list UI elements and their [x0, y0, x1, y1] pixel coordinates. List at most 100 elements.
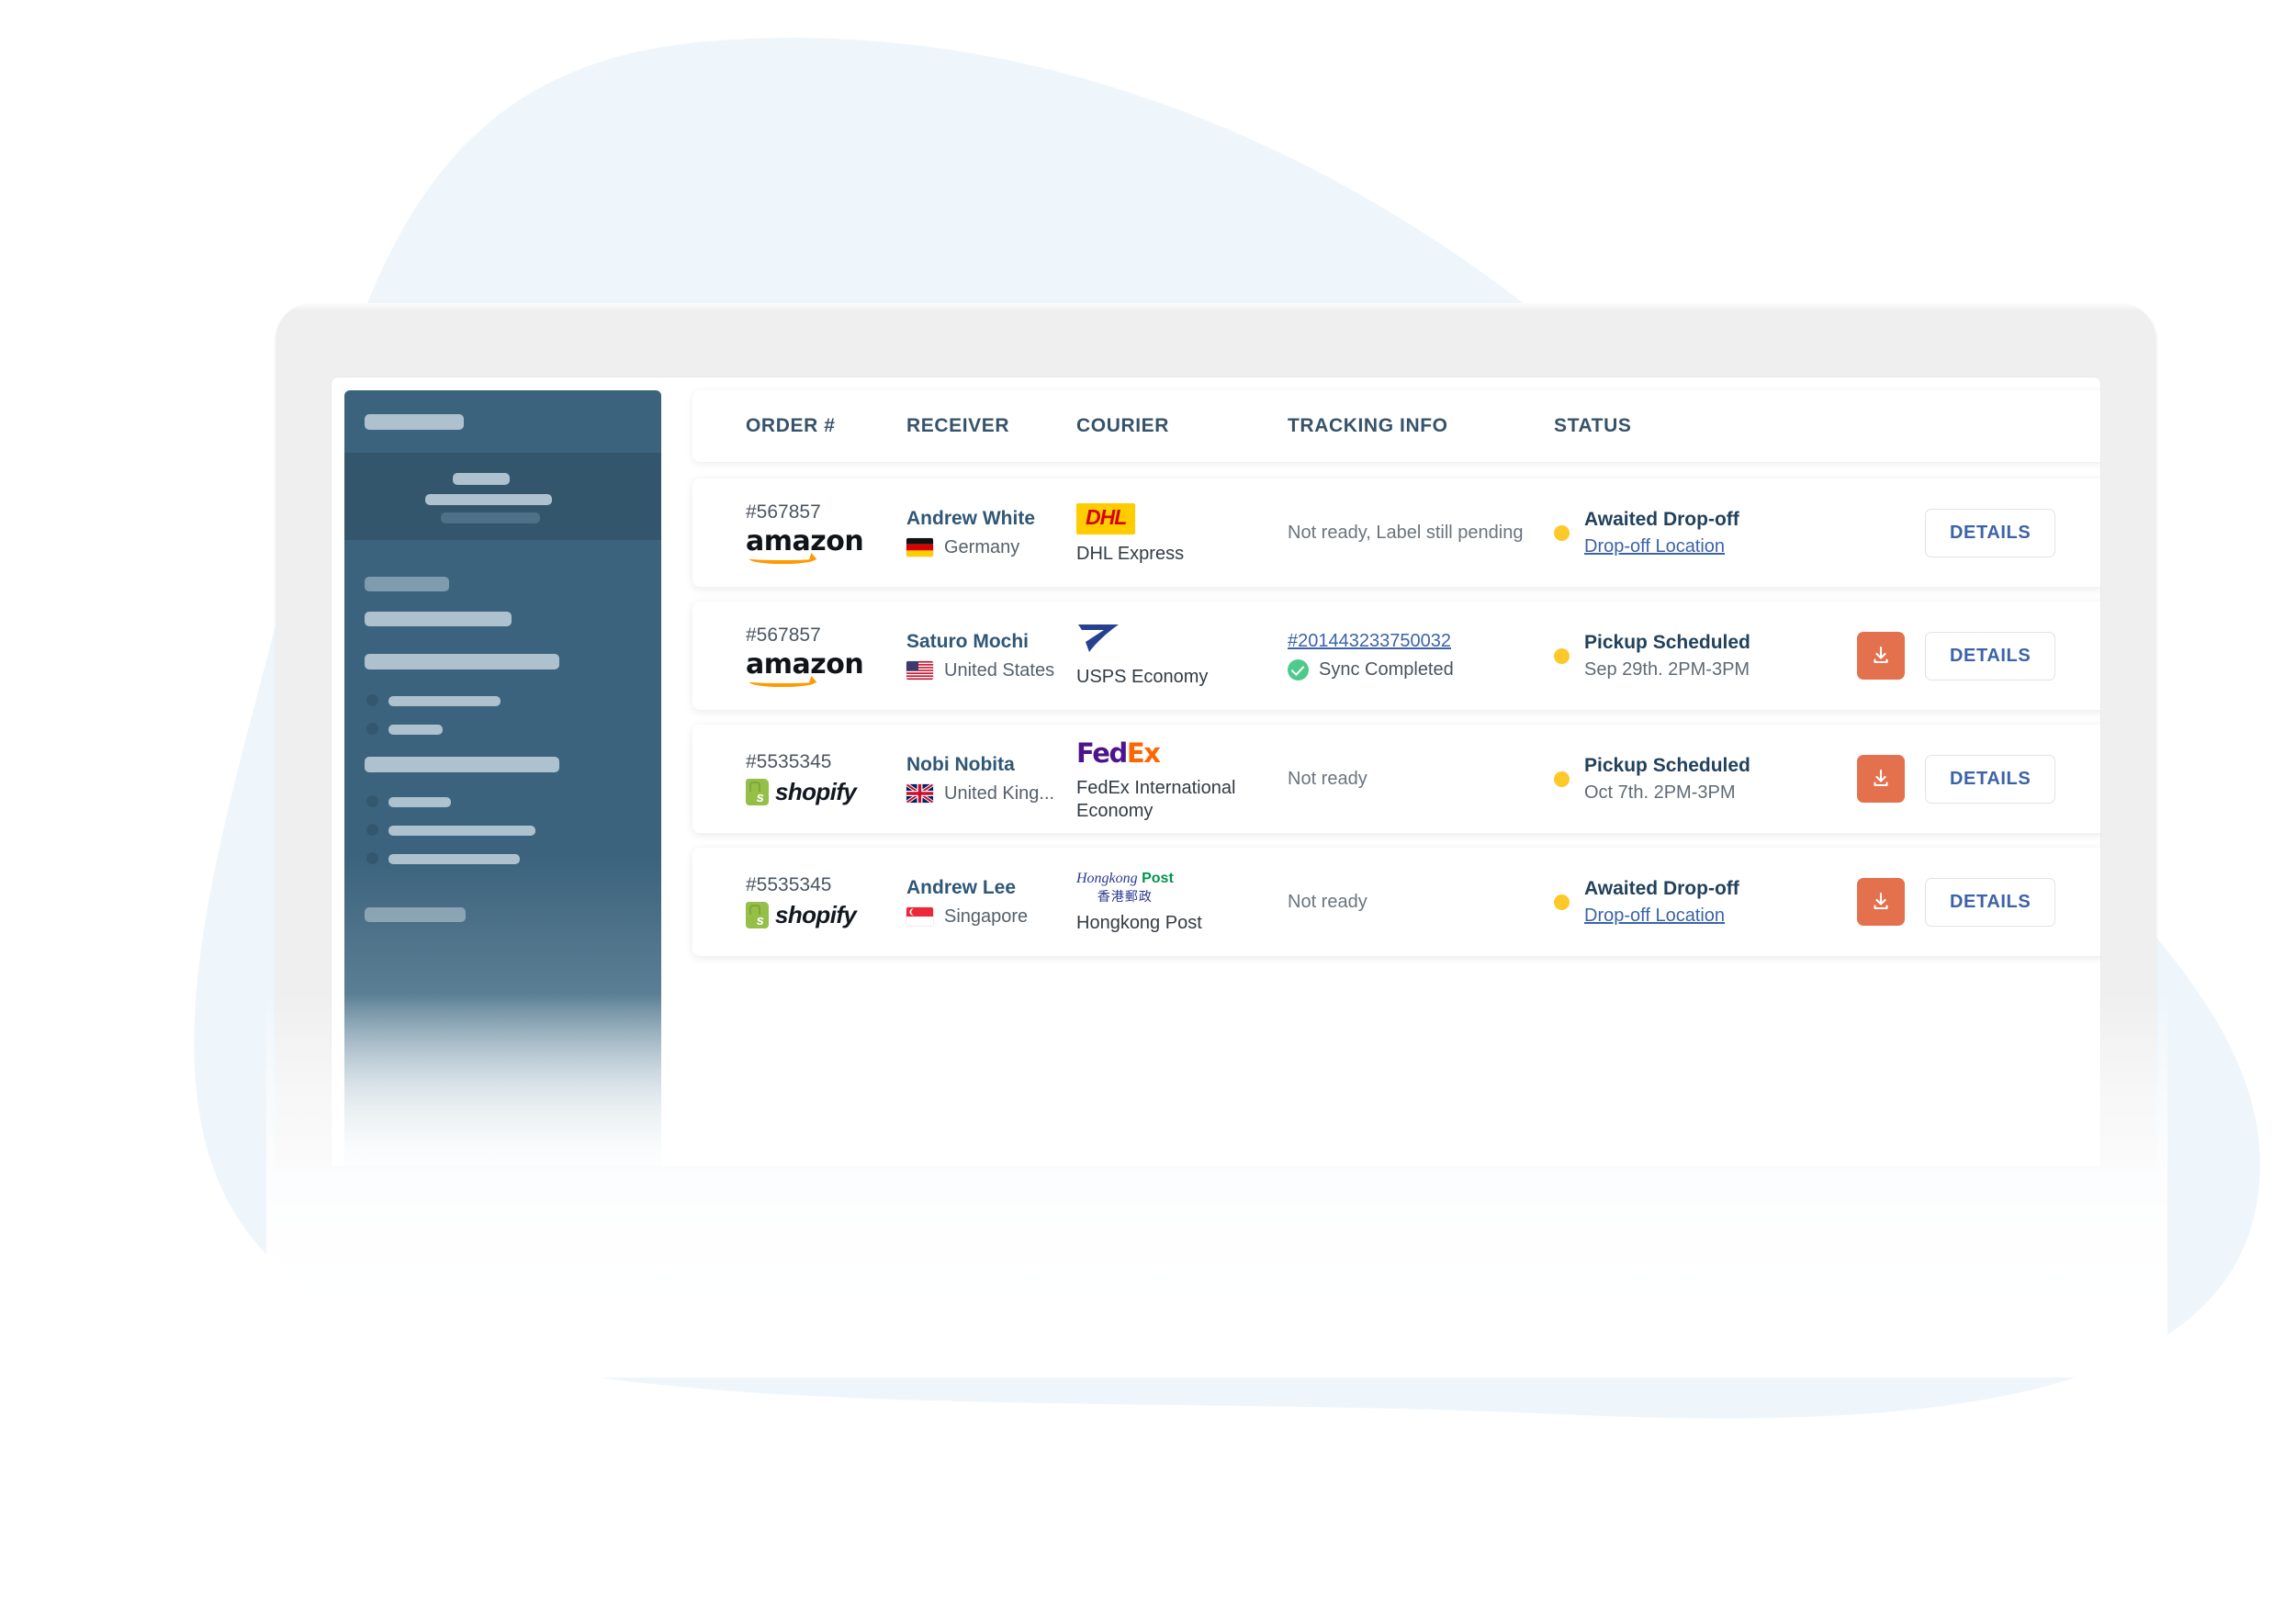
cell-courier: USPS Economy: [1076, 624, 1288, 689]
sidebar-item-1[interactable]: [365, 577, 449, 591]
sidebar-active-bar-2: [425, 494, 552, 505]
status-title: Awaited Drop-off: [1584, 877, 1739, 899]
cell-status: Awaited Drop-off Drop-off Location: [1554, 878, 1857, 927]
cell-status: Pickup Scheduled Sep 29th. 2PM-3PM: [1554, 632, 1857, 681]
cell-order: #567857 amazon: [746, 624, 906, 687]
download-icon: [1874, 892, 1888, 910]
sidebar-nav-placeholders[interactable]: [344, 540, 661, 1054]
hongkong-post-logo: Hongkong Post 香港郵政: [1076, 870, 1174, 905]
download-icon: [1874, 769, 1888, 787]
app-shell: ORDER # RECEIVER COURIER TRACKING INFO S…: [332, 377, 2100, 1166]
download-icon: [1874, 646, 1888, 664]
courier-name: DHL Express: [1076, 543, 1185, 564]
status-title: Pickup Scheduled: [1584, 631, 1750, 653]
receiver-country: Singapore: [944, 906, 1029, 927]
table-row[interactable]: #5535345 shopify Nobi Nobita United King…: [692, 725, 2100, 833]
tracking-number-link[interactable]: #201443233750032: [1288, 631, 1554, 652]
cell-actions: DETAILS: [1857, 877, 2056, 927]
sidebar-subitem-5[interactable]: [388, 854, 520, 864]
main-content: ORDER # RECEIVER COURIER TRACKING INFO S…: [661, 377, 2100, 1166]
column-header-receiver: RECEIVER: [906, 415, 1010, 436]
sidebar-active-bar-3: [441, 512, 540, 523]
check-circle-icon: [1288, 659, 1309, 681]
sidebar-subitem-1[interactable]: [388, 696, 501, 706]
sidebar-logo-placeholder: [344, 390, 661, 453]
drop-off-location-link[interactable]: Drop-off Location: [1584, 906, 1739, 927]
download-label-button[interactable]: [1857, 878, 1905, 926]
details-button[interactable]: DETAILS: [1925, 631, 2056, 681]
table-body: #567857 amazon Andrew White Germany DHL …: [692, 478, 2100, 956]
status-title: Awaited Drop-off: [1584, 508, 1739, 530]
details-button[interactable]: DETAILS: [1925, 508, 2056, 557]
shopify-logo: shopify: [746, 901, 906, 929]
sidebar-bullet-2: [366, 723, 378, 735]
courier-name: FedEx International Economy: [1076, 778, 1236, 821]
dhl-logo: DHL: [1076, 502, 1136, 534]
cell-tracking: #201443233750032 Sync Completed: [1288, 631, 1554, 681]
cell-status: Pickup Scheduled Oct 7th. 2PM-3PM: [1554, 755, 1857, 804]
receiver-name[interactable]: Andrew Lee: [906, 877, 1076, 899]
receiver-country: Germany: [944, 536, 1020, 557]
status-schedule-text: Oct 7th. 2PM-3PM: [1584, 782, 1736, 803]
receiver-name[interactable]: Saturo Mochi: [906, 631, 1076, 653]
sidebar-item-2[interactable]: [365, 612, 512, 626]
cell-actions: DETAILS: [1857, 631, 2056, 681]
order-number: #5535345: [746, 751, 832, 772]
details-button[interactable]: DETAILS: [1925, 754, 2056, 804]
fedex-logo: FedEx: [1076, 737, 1161, 769]
cell-courier: FedEx FedEx International Economy: [1076, 735, 1288, 823]
status-title: Pickup Scheduled: [1584, 754, 1750, 776]
tracking-note: Not ready, Label still pending: [1288, 522, 1524, 543]
courier-name: USPS Economy: [1076, 666, 1209, 687]
flag-united-kingdom-icon: [906, 784, 933, 803]
sidebar-item-5[interactable]: [365, 907, 466, 922]
sidebar-active-section[interactable]: [344, 453, 661, 540]
cell-order: #5535345 shopify: [746, 751, 906, 806]
cell-tracking: Not ready: [1288, 767, 1554, 791]
flag-united-states-icon: [906, 661, 933, 680]
flag-germany-icon: [906, 538, 933, 557]
receiver-name[interactable]: Nobi Nobita: [906, 754, 1076, 776]
cell-actions: DETAILS: [1857, 754, 2056, 804]
sidebar-bullet-4: [366, 824, 378, 836]
details-button[interactable]: DETAILS: [1925, 877, 2056, 927]
tracking-note: Not ready: [1288, 768, 1367, 789]
cell-receiver: Andrew Lee Singapore: [906, 877, 1076, 928]
status-indicator-dot: [1554, 894, 1570, 910]
sidebar-subitem-4[interactable]: [388, 826, 535, 836]
tablet-screen: ORDER # RECEIVER COURIER TRACKING INFO S…: [331, 377, 2101, 1166]
cell-actions: DETAILS: [1857, 508, 2056, 557]
cell-order: #5535345 shopify: [746, 874, 906, 929]
drop-off-location-link[interactable]: Drop-off Location: [1584, 536, 1739, 557]
receiver-name[interactable]: Andrew White: [906, 508, 1076, 530]
amazon-logo: amazon: [746, 651, 864, 687]
table-row[interactable]: #5535345 shopify Andrew Lee Singapore Ho…: [692, 848, 2100, 956]
cell-receiver: Andrew White Germany: [906, 508, 1076, 558]
order-number: #567857: [746, 501, 821, 523]
cell-courier: Hongkong Post 香港郵政 Hongkong Post: [1076, 870, 1288, 935]
status-indicator-dot: [1554, 524, 1570, 541]
cell-receiver: Nobi Nobita United King...: [906, 754, 1076, 804]
sync-status-label: Sync Completed: [1319, 659, 1454, 680]
sidebar-item-4[interactable]: [365, 757, 559, 772]
download-label-button[interactable]: [1857, 755, 1905, 803]
shopify-bag-icon: [746, 902, 769, 928]
sidebar-active-bar-1: [453, 473, 510, 485]
column-header-tracking: TRACKING INFO: [1288, 415, 1448, 436]
sidebar-subitem-3[interactable]: [388, 797, 451, 807]
receiver-country: United King...: [944, 782, 1055, 804]
table-header: ORDER # RECEIVER COURIER TRACKING INFO S…: [692, 390, 2100, 462]
usps-logo: [1076, 622, 1120, 661]
receiver-country: United States: [944, 659, 1055, 681]
sidebar-item-3[interactable]: [365, 654, 559, 669]
sidebar[interactable]: [344, 390, 661, 1166]
table-row[interactable]: #567857 amazon Andrew White Germany DHL …: [692, 478, 2100, 587]
table-row[interactable]: #567857 amazon Saturo Mochi United State…: [692, 602, 2100, 710]
cell-courier: DHL DHL Express: [1076, 501, 1288, 566]
tracking-note: Not ready: [1288, 891, 1367, 912]
column-header-courier: COURIER: [1076, 415, 1170, 436]
download-label-button[interactable]: [1857, 632, 1905, 680]
sync-status: Sync Completed: [1288, 659, 1554, 681]
status-indicator-dot: [1554, 647, 1570, 664]
sidebar-subitem-2[interactable]: [388, 725, 443, 735]
